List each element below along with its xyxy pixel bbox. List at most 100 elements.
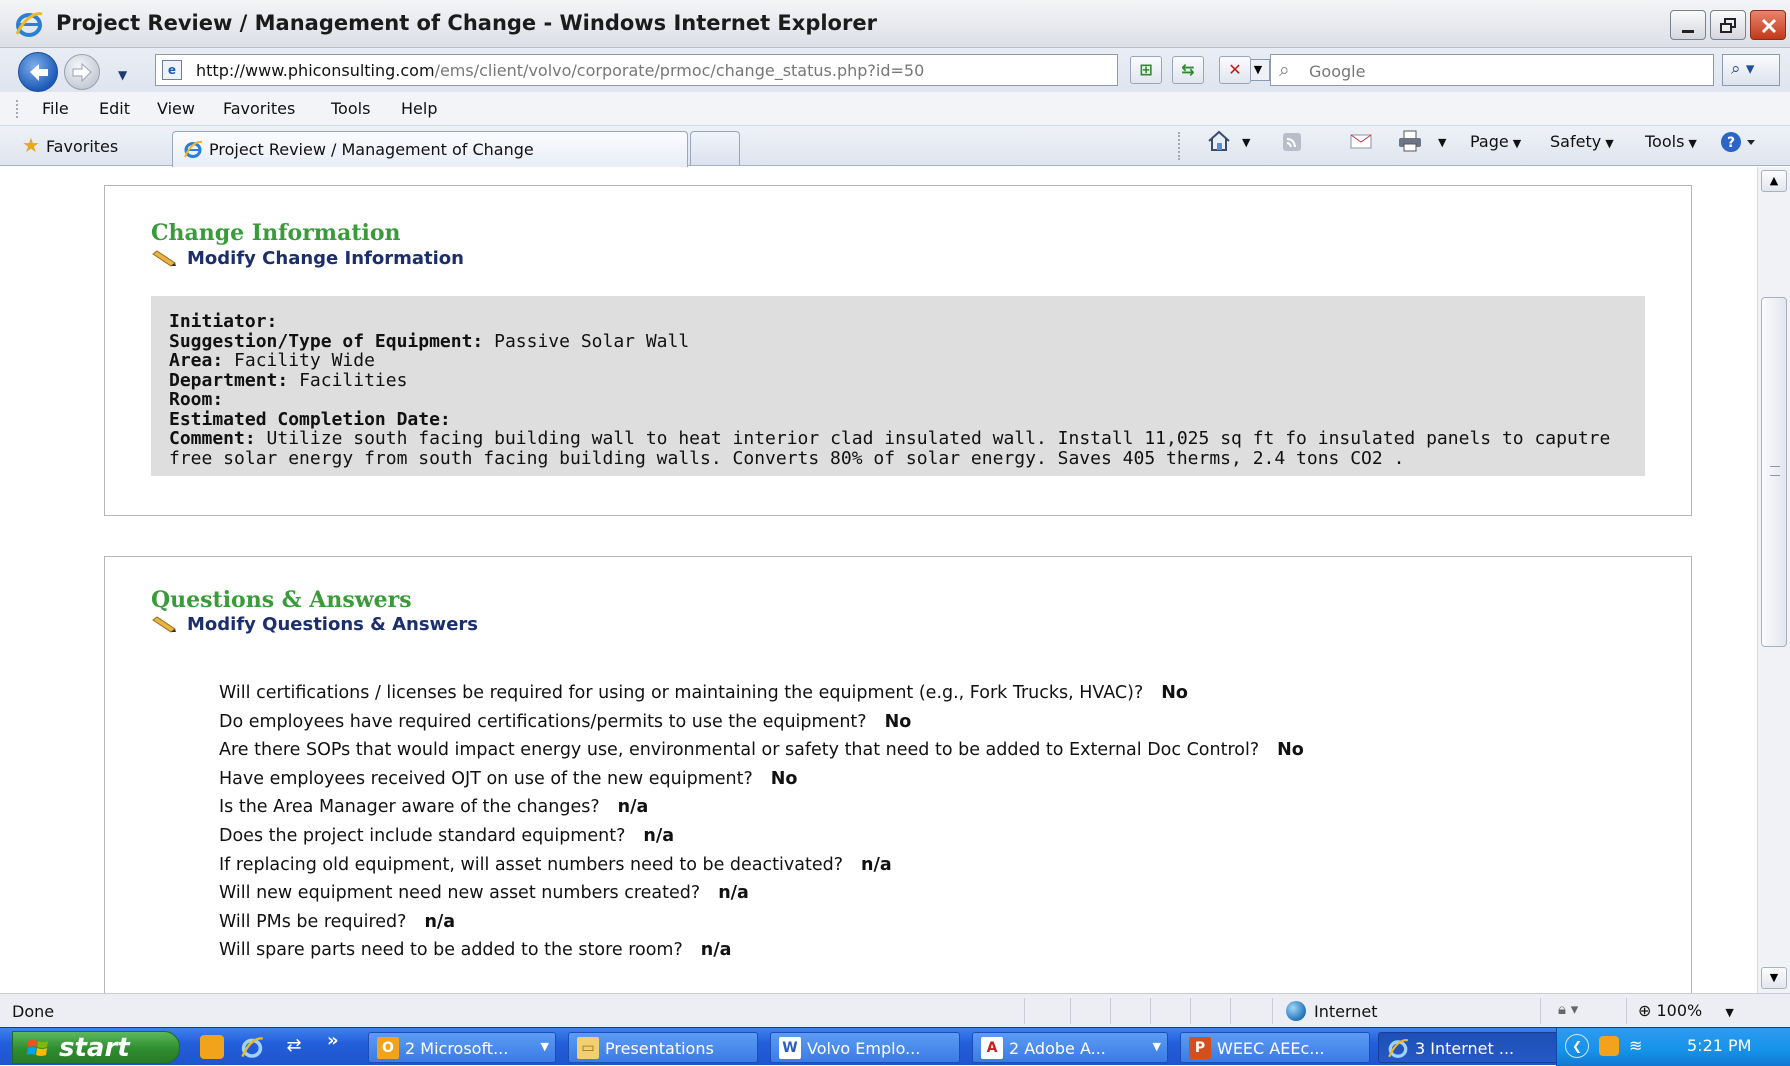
- security-zone[interactable]: Internet: [1286, 1001, 1378, 1021]
- question-text: Does the project include standard equipm…: [219, 825, 626, 846]
- scroll-up-button[interactable]: ▲: [1761, 170, 1787, 192]
- search-input[interactable]: ⌕ Google: [1270, 54, 1714, 86]
- answer-text: No: [1161, 683, 1188, 703]
- field-label: Initiator:: [169, 311, 278, 332]
- taskbar-item-outlook[interactable]: O 2 Microsoft... ▼: [368, 1032, 556, 1063]
- restore-button[interactable]: [1710, 10, 1746, 40]
- mail-icon: [1350, 134, 1372, 149]
- start-label: start: [59, 1033, 130, 1063]
- qa-item: Will spare parts need to be added to the…: [219, 936, 1304, 965]
- outlook-tray-icon[interactable]: [1599, 1036, 1619, 1056]
- status-divider: [1272, 998, 1273, 1024]
- field-label: Suggestion/Type of Equipment:: [169, 330, 484, 352]
- help-button[interactable]: ?: [1720, 131, 1755, 155]
- start-button[interactable]: start: [12, 1031, 180, 1064]
- refresh-button[interactable]: ⇆: [1172, 56, 1204, 84]
- menu-view[interactable]: View: [157, 99, 195, 118]
- home-icon: [1208, 130, 1230, 151]
- menu-edit[interactable]: Edit: [99, 99, 130, 118]
- answer-text: n/a: [860, 854, 892, 875]
- protected-mode-button[interactable]: 🔒︎ ▾: [1558, 1000, 1578, 1018]
- ie-icon: [1387, 1037, 1409, 1059]
- toolbar-grip[interactable]: [16, 100, 18, 118]
- safety-menu[interactable]: Safety ▼: [1550, 132, 1614, 151]
- scroll-down-button[interactable]: ▼: [1761, 967, 1787, 989]
- question-text: Is the Area Manager aware of the changes…: [219, 797, 600, 818]
- outlook-quicklaunch-icon[interactable]: [200, 1035, 224, 1059]
- forward-button[interactable]: [64, 54, 100, 90]
- modify-change-information-link[interactable]: Modify Change Information: [151, 248, 464, 269]
- stop-button[interactable]: ✕: [1219, 56, 1251, 84]
- quicklaunch-more-button[interactable]: »: [327, 1030, 339, 1051]
- close-button[interactable]: [1750, 10, 1786, 40]
- menu-help[interactable]: Help: [401, 99, 437, 118]
- tab-project-review[interactable]: Project Review / Management of Change: [172, 131, 688, 167]
- feeds-button[interactable]: [1280, 129, 1306, 153]
- network-tray-icon[interactable]: ≋: [1629, 1036, 1651, 1056]
- favorites-button[interactable]: ★ Favorites: [22, 133, 118, 157]
- zoom-level: 100%: [1656, 1001, 1703, 1020]
- back-arrow-icon: [30, 64, 48, 81]
- answer-text: No: [1277, 740, 1304, 761]
- internet-explorer-quicklaunch-icon[interactable]: [240, 1035, 264, 1059]
- zoom-icon: ⊕: [1638, 1001, 1652, 1020]
- tools-menu-label: Tools: [1645, 132, 1685, 151]
- read-mail-button[interactable]: [1348, 129, 1374, 153]
- taskbar-item-presentations[interactable]: ▭ Presentations: [568, 1032, 758, 1063]
- menu-tools[interactable]: Tools: [331, 99, 370, 118]
- answer-text: n/a: [424, 911, 456, 932]
- minimize-button[interactable]: [1670, 10, 1706, 40]
- modify-questions-answers-link[interactable]: Modify Questions & Answers: [151, 614, 478, 635]
- clock[interactable]: 5:21 PM: [1687, 1036, 1751, 1055]
- zoom-button[interactable]: ⊕ 100% ▼: [1638, 1001, 1734, 1020]
- field-value: Facilities: [299, 369, 408, 391]
- page-menu-label: Page: [1470, 132, 1509, 151]
- new-tab-button[interactable]: [690, 131, 740, 165]
- field-label: Comment:: [169, 428, 256, 449]
- vertical-scrollbar[interactable]: ▲ ▼: [1757, 167, 1790, 993]
- field-value: Facility Wide: [234, 350, 375, 371]
- taskbar-item-internet-explorer[interactable]: 3 Internet ...▼: [1378, 1032, 1574, 1063]
- qa-item: Are there SOPs that would impact energy …: [219, 736, 1304, 765]
- show-hidden-icons-button[interactable]: ❮: [1565, 1034, 1589, 1058]
- tab-bar: ★ Favorites Project Review / Management o…: [0, 126, 1790, 167]
- menu-favorites[interactable]: Favorites: [223, 99, 295, 118]
- page-menu[interactable]: Page ▼: [1470, 132, 1521, 151]
- answer-text: n/a: [617, 797, 649, 818]
- qa-item: Have employees received OJT on use of th…: [219, 765, 1304, 794]
- question-text: Will certifications / licenses be requir…: [219, 683, 1144, 703]
- minimize-icon: [1682, 30, 1694, 33]
- taskbar-item-powerpoint[interactable]: P WEEC AEEc...: [1180, 1032, 1370, 1063]
- print-dropdown[interactable]: ▼: [1438, 136, 1446, 149]
- favorites-label: Favorites: [45, 137, 119, 156]
- status-divider: [1070, 998, 1071, 1024]
- question-text: Will spare parts need to be added to the…: [219, 940, 683, 961]
- powerpoint-icon: P: [1189, 1037, 1211, 1059]
- switch-windows-icon[interactable]: ⇄: [282, 1035, 306, 1059]
- taskbar-item-adobe[interactable]: A 2 Adobe A... ▼: [972, 1032, 1168, 1063]
- questions-answers-panel: Questions & Answers Modify Questions & A…: [104, 556, 1692, 993]
- url-text: http://www.phiconsulting.com/ems/client/…: [196, 61, 924, 80]
- field-label: Department:: [169, 369, 289, 391]
- home-dropdown[interactable]: ▼: [1242, 136, 1250, 149]
- internet-explorer-icon: [15, 12, 43, 37]
- search-button[interactable]: ⌕ ▾: [1722, 54, 1780, 86]
- question-text: Will PMs be required?: [219, 911, 407, 932]
- compatibility-view-button[interactable]: ⊞: [1130, 56, 1162, 84]
- print-button[interactable]: [1396, 129, 1422, 153]
- scroll-thumb[interactable]: [1761, 297, 1787, 647]
- home-button[interactable]: [1206, 129, 1232, 153]
- search-go-icon: ⌕ ▾: [1731, 59, 1755, 79]
- status-divider: [1626, 998, 1627, 1024]
- window-title-bar[interactable]: Project Review / Management of Change - …: [0, 0, 1790, 48]
- status-text: Done: [12, 1002, 55, 1021]
- tools-menu[interactable]: Tools ▼: [1645, 132, 1697, 151]
- outlook-icon: O: [377, 1037, 399, 1059]
- taskbar-item-word[interactable]: W Volvo Emplo...: [770, 1032, 960, 1063]
- qa-item: Will new equipment need new asset number…: [219, 879, 1304, 908]
- recent-pages-dropdown[interactable]: ▼: [118, 68, 127, 82]
- address-input[interactable]: e http://www.phiconsulting.com/ems/clien…: [155, 54, 1270, 86]
- back-button[interactable]: [18, 52, 58, 92]
- menu-file[interactable]: File: [42, 99, 69, 118]
- word-icon: W: [779, 1037, 801, 1059]
